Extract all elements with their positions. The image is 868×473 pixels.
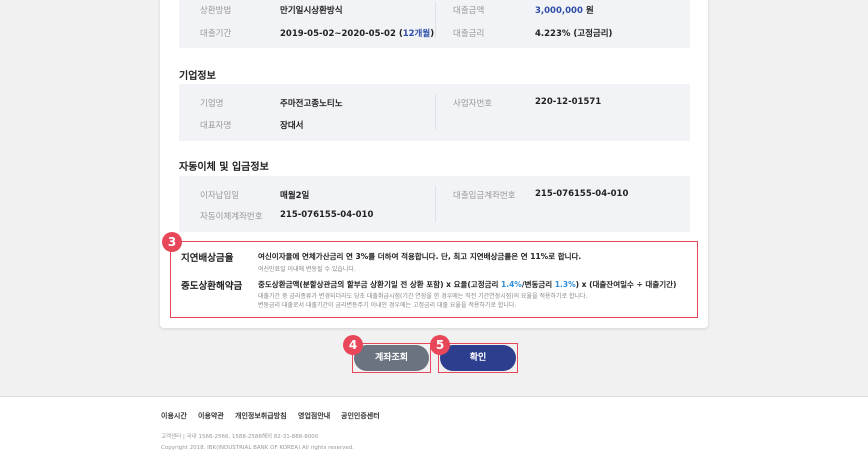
loan-rate-label: 대출금리 <box>453 29 485 39</box>
loan-amount-value: 3,000,000 원 <box>535 6 594 16</box>
footer-copyright: Copyright 2018. IBK(INDUSTRIAL BANK OF K… <box>161 445 354 451</box>
account-inquiry-button[interactable]: 계좌조회 <box>354 345 429 371</box>
company-section-title: 기업정보 <box>179 71 216 82</box>
repay-method-label: 상환방법 <box>200 6 232 16</box>
autopay-account-label: 자동이체계좌번호 <box>200 212 263 222</box>
step-badge-5: 5 <box>430 335 450 355</box>
deposit-account-value: 215-076155-04-010 <box>535 189 629 199</box>
divider <box>435 186 436 222</box>
loan-period-label: 대출기간 <box>200 29 232 39</box>
footer-link-cert-center[interactable]: 공인인증센터 <box>341 411 380 421</box>
confirm-button[interactable]: 확인 <box>440 345 516 371</box>
interest-payday-label: 이자납입일 <box>200 191 240 201</box>
business-number-label: 사업자번호 <box>453 99 493 109</box>
step-badge-4: 4 <box>343 335 363 355</box>
divider <box>435 94 436 130</box>
late-fee-title: 지연배상금율 <box>181 253 234 264</box>
divider <box>435 2 436 38</box>
repay-method-value: 만기일시상환방식 <box>280 6 343 16</box>
early-repay-text: 중도상환금액(분할상관금의 할부금 상환기일 전 상환 포함) x 요율(고정금… <box>258 280 677 289</box>
company-info-box <box>179 84 690 141</box>
deposit-account-label: 대출입금계좌번호 <box>453 191 516 201</box>
ceo-name-value: 장대서 <box>280 121 304 131</box>
step-badge-3: 3 <box>162 232 182 252</box>
footer: 이용시간 이용약관 개인정보취급방침 영업점안내 공인인증센터 고객센터 | 국… <box>0 397 868 473</box>
footer-link-privacy[interactable]: 개인정보취급방침 <box>235 411 287 421</box>
autopay-info-box <box>179 176 690 232</box>
early-repay-subtext-1: 대출기간 중 금리종류가 변경되더라도 당초 대출취급시점(기간 연장을 한 경… <box>258 293 588 300</box>
footer-link-terms[interactable]: 이용약관 <box>198 411 224 421</box>
company-name-value: 주마전고종노티노 <box>280 99 343 109</box>
loan-info-box <box>179 0 690 48</box>
interest-payday-value: 매월2일 <box>280 191 310 201</box>
ceo-name-label: 대표자명 <box>200 121 232 131</box>
autopay-account-value: 215-076155-04-010 <box>280 210 374 220</box>
loan-amount-label: 대출금액 <box>453 6 485 16</box>
loan-period-value: 2019-05-02~2020-05-02 (12개월) <box>280 29 435 39</box>
footer-link-branches[interactable]: 영업점안내 <box>298 411 330 421</box>
early-repay-title: 중도상환해약금 <box>181 281 243 292</box>
loan-rate-value: 4.223% (고정금리) <box>535 29 613 39</box>
footer-link-hours[interactable]: 이용시간 <box>161 411 187 421</box>
early-repay-subtext-2: 변동금리 대출로서 대출기간이 금리변동주기 이내인 경우에는 고정금리 대출 … <box>258 302 517 309</box>
late-fee-subtext: 여신만료일 이내에 변동될 수 있습니다. <box>258 266 356 273</box>
footer-contact: 고객센터 | 국내 1566-2566, 1588-2588해외 82-31-8… <box>161 434 319 440</box>
business-number-value: 220-12-01571 <box>535 97 602 107</box>
autopay-section-title: 자동이체 및 입금정보 <box>179 162 269 173</box>
late-fee-text: 여신이자율에 연체가산금리 연 3%를 더하여 적용합니다. 단, 최고 지연배… <box>258 252 582 261</box>
company-name-label: 기업명 <box>200 99 224 109</box>
